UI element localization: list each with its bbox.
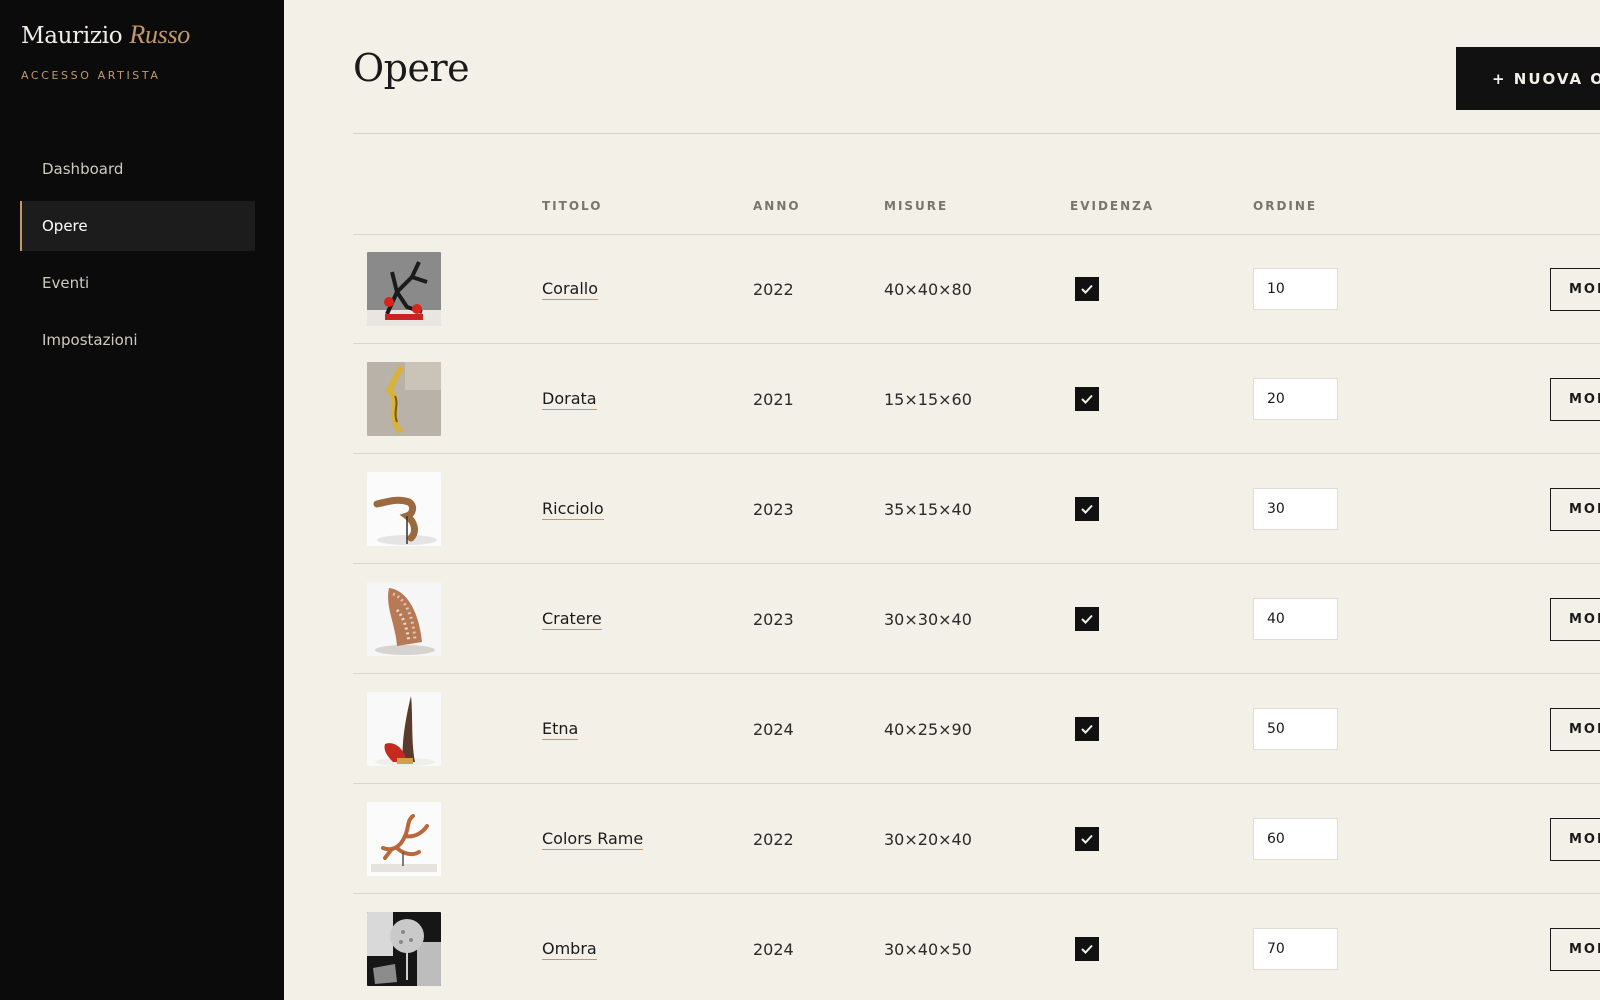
size-cell: 35×15×40: [884, 499, 972, 519]
year-cell: 2023: [753, 499, 794, 519]
title-cell: Ombra: [542, 895, 597, 1000]
table-row: Cratere 2023 30×30×40 MODIFICA: [353, 565, 1600, 674]
table-row: Corallo 2022 40×40×80 MODIFICA: [353, 235, 1600, 344]
artwork-thumbnail[interactable]: [367, 692, 441, 766]
edit-button[interactable]: MODIFICA: [1550, 378, 1600, 421]
sidebar-item-opere[interactable]: Opere: [20, 201, 255, 251]
featured-checkbox[interactable]: [1075, 717, 1099, 741]
brand-first-name: Maurizio: [21, 23, 123, 49]
year-cell: 2022: [753, 279, 794, 299]
artwork-thumbnail[interactable]: [367, 912, 441, 986]
title-cell: Ricciolo: [542, 455, 604, 563]
new-artwork-button[interactable]: + NUOVA OPERA: [1456, 47, 1600, 110]
artwork-thumbnail[interactable]: [367, 362, 441, 436]
size-cell: 30×20×40: [884, 829, 972, 849]
column-header-anno[interactable]: ANNO: [753, 199, 801, 213]
column-header-titolo[interactable]: TITOLO: [542, 199, 602, 213]
brand-last-name: Russo: [129, 20, 190, 49]
sidebar-item-eventi[interactable]: Eventi: [20, 258, 255, 308]
checkmark-icon: [1081, 394, 1093, 404]
order-input[interactable]: [1253, 818, 1338, 860]
column-header-evidenza[interactable]: EVIDENZA: [1070, 199, 1154, 213]
artwork-thumbnail[interactable]: [367, 472, 441, 546]
order-input[interactable]: [1253, 268, 1338, 310]
column-header-ordine[interactable]: ORDINE: [1253, 199, 1317, 213]
order-input[interactable]: [1253, 488, 1338, 530]
artwork-title-link[interactable]: Colors Rame: [542, 829, 644, 850]
artwork-title-link[interactable]: Dorata: [542, 389, 597, 410]
order-input[interactable]: [1253, 378, 1338, 420]
edit-button[interactable]: MODIFICA: [1550, 818, 1600, 861]
table-header: TITOLO ANNO MISURE EVIDENZA ORDINE: [353, 199, 1600, 235]
checkmark-icon: [1081, 724, 1093, 734]
order-input[interactable]: [1253, 708, 1338, 750]
order-input[interactable]: [1253, 928, 1338, 970]
table-row: Colors Rame 2022 30×20×40 MODIFICA: [353, 785, 1600, 894]
featured-checkbox[interactable]: [1075, 387, 1099, 411]
title-cell: Colors Rame: [542, 785, 644, 893]
brand-logo[interactable]: Maurizio Russo: [21, 20, 190, 50]
size-cell: 15×15×60: [884, 389, 972, 409]
table-row: Ricciolo 2023 35×15×40 MODIFICA: [353, 455, 1600, 564]
featured-checkbox[interactable]: [1075, 827, 1099, 851]
year-cell: 2023: [753, 609, 794, 629]
artwork-title-link[interactable]: Etna: [542, 719, 579, 740]
artwork-title-link[interactable]: Ricciolo: [542, 499, 604, 520]
checkmark-icon: [1081, 944, 1093, 954]
featured-checkbox[interactable]: [1075, 937, 1099, 961]
year-cell: 2024: [753, 939, 794, 959]
artwork-thumbnail[interactable]: [367, 802, 441, 876]
title-cell: Dorata: [542, 345, 597, 453]
edit-button[interactable]: MODIFICA: [1550, 268, 1600, 311]
table-row: Etna 2024 40×25×90 MODIFICA: [353, 675, 1600, 784]
size-cell: 40×40×80: [884, 279, 972, 299]
artwork-title-link[interactable]: Corallo: [542, 279, 599, 300]
size-cell: 30×40×50: [884, 939, 972, 959]
order-input[interactable]: [1253, 598, 1338, 640]
checkmark-icon: [1081, 284, 1093, 294]
brand-subtitle: ACCESSO ARTISTA: [21, 69, 161, 82]
table-row: Dorata 2021 15×15×60 MODIFICA: [353, 345, 1600, 454]
year-cell: 2024: [753, 719, 794, 739]
featured-checkbox[interactable]: [1075, 277, 1099, 301]
artwork-thumbnail[interactable]: [367, 582, 441, 656]
table-row: Ombra 2024 30×40×50 MODIFICA: [353, 895, 1600, 1000]
sidebar-item-impostazioni[interactable]: Impostazioni: [20, 315, 255, 365]
year-cell: 2022: [753, 829, 794, 849]
page-title: Opere: [353, 46, 470, 90]
divider: [353, 133, 1600, 134]
checkmark-icon: [1081, 834, 1093, 844]
artwork-title-link[interactable]: Ombra: [542, 939, 597, 960]
artwork-thumbnail[interactable]: [367, 252, 441, 326]
edit-button[interactable]: MODIFICA: [1550, 928, 1600, 971]
edit-button[interactable]: MODIFICA: [1550, 708, 1600, 751]
checkmark-icon: [1081, 614, 1093, 624]
featured-checkbox[interactable]: [1075, 607, 1099, 631]
sidebar-nav: Dashboard Opere Eventi Impostazioni: [20, 144, 255, 372]
title-cell: Cratere: [542, 565, 602, 673]
year-cell: 2021: [753, 389, 794, 409]
title-cell: Corallo: [542, 235, 599, 343]
artwork-title-link[interactable]: Cratere: [542, 609, 602, 630]
title-cell: Etna: [542, 675, 579, 783]
checkmark-icon: [1081, 504, 1093, 514]
size-cell: 30×30×40: [884, 609, 972, 629]
sidebar-item-dashboard[interactable]: Dashboard: [20, 144, 255, 194]
edit-button[interactable]: MODIFICA: [1550, 598, 1600, 641]
edit-button[interactable]: MODIFICA: [1550, 488, 1600, 531]
sidebar: Maurizio Russo ACCESSO ARTISTA Dashboard…: [0, 0, 284, 1000]
column-header-misure[interactable]: MISURE: [884, 199, 948, 213]
size-cell: 40×25×90: [884, 719, 972, 739]
featured-checkbox[interactable]: [1075, 497, 1099, 521]
